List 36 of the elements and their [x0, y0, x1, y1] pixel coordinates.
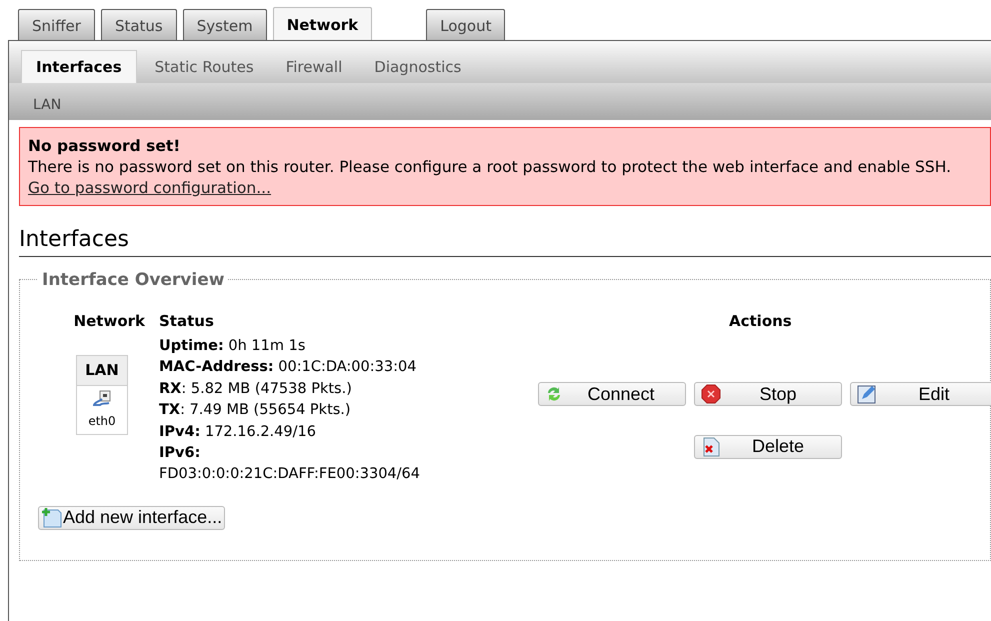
refresh-icon: [545, 385, 563, 403]
status-line: FD03:0:0:0:21C:DAFF:FE00:3304/64: [158, 465, 421, 484]
edit-button[interactable]: Edit: [850, 382, 991, 406]
status-line: RX: 5.82 MB (47538 Pkts.): [158, 380, 353, 399]
main-tab[interactable]: Status: [100, 9, 177, 40]
status-line: IPv4: 172.16.2.49/16: [158, 422, 317, 442]
section-tab[interactable]: LAN: [27, 91, 68, 120]
main-tab[interactable]: System: [182, 9, 267, 40]
sub-tab[interactable]: Static Routes: [140, 50, 268, 83]
status-line: TX: 7.49 MB (55654 Pkts.): [158, 401, 352, 420]
add-interface-button[interactable]: Add new interface...: [38, 506, 226, 530]
alert-title: No password set!: [28, 136, 182, 157]
network-name: LAN: [77, 356, 127, 386]
alert-message: There is no password set on this router. Please configure a root password to protect the web interface and enable SSH.: [28, 157, 952, 178]
delete-icon: [701, 436, 721, 457]
main-tab[interactable]: Sniffer: [18, 9, 95, 40]
section-heading: Interfaces: [19, 226, 991, 257]
main-tab[interactable]: Logout: [426, 9, 506, 40]
sub-tab[interactable]: Interfaces: [21, 50, 137, 83]
password-config-link[interactable]: Go to password configuration...: [28, 179, 272, 197]
main-tab[interactable]: Network: [272, 7, 372, 40]
column-header: Network: [72, 310, 146, 332]
stop-button[interactable]: Stop: [694, 382, 842, 406]
connect-button[interactable]: Connect: [538, 382, 686, 406]
column-header: Actions: [728, 310, 793, 332]
status-line: Uptime: 0h 11m 1s: [158, 337, 306, 356]
sub-tab[interactable]: Firewall: [272, 50, 356, 83]
delete-button[interactable]: Delete: [694, 434, 842, 459]
stop-icon: [701, 384, 721, 404]
add-icon: [41, 506, 63, 529]
device-name: eth0: [87, 412, 117, 430]
status-line: IPv6:: [158, 444, 202, 464]
status-line: MAC-Address: 00:1C:DA:00:33:04: [158, 358, 418, 378]
edit-icon: [857, 384, 877, 404]
sub-tab[interactable]: Diagnostics: [360, 50, 476, 83]
column-header: Status: [158, 310, 215, 332]
